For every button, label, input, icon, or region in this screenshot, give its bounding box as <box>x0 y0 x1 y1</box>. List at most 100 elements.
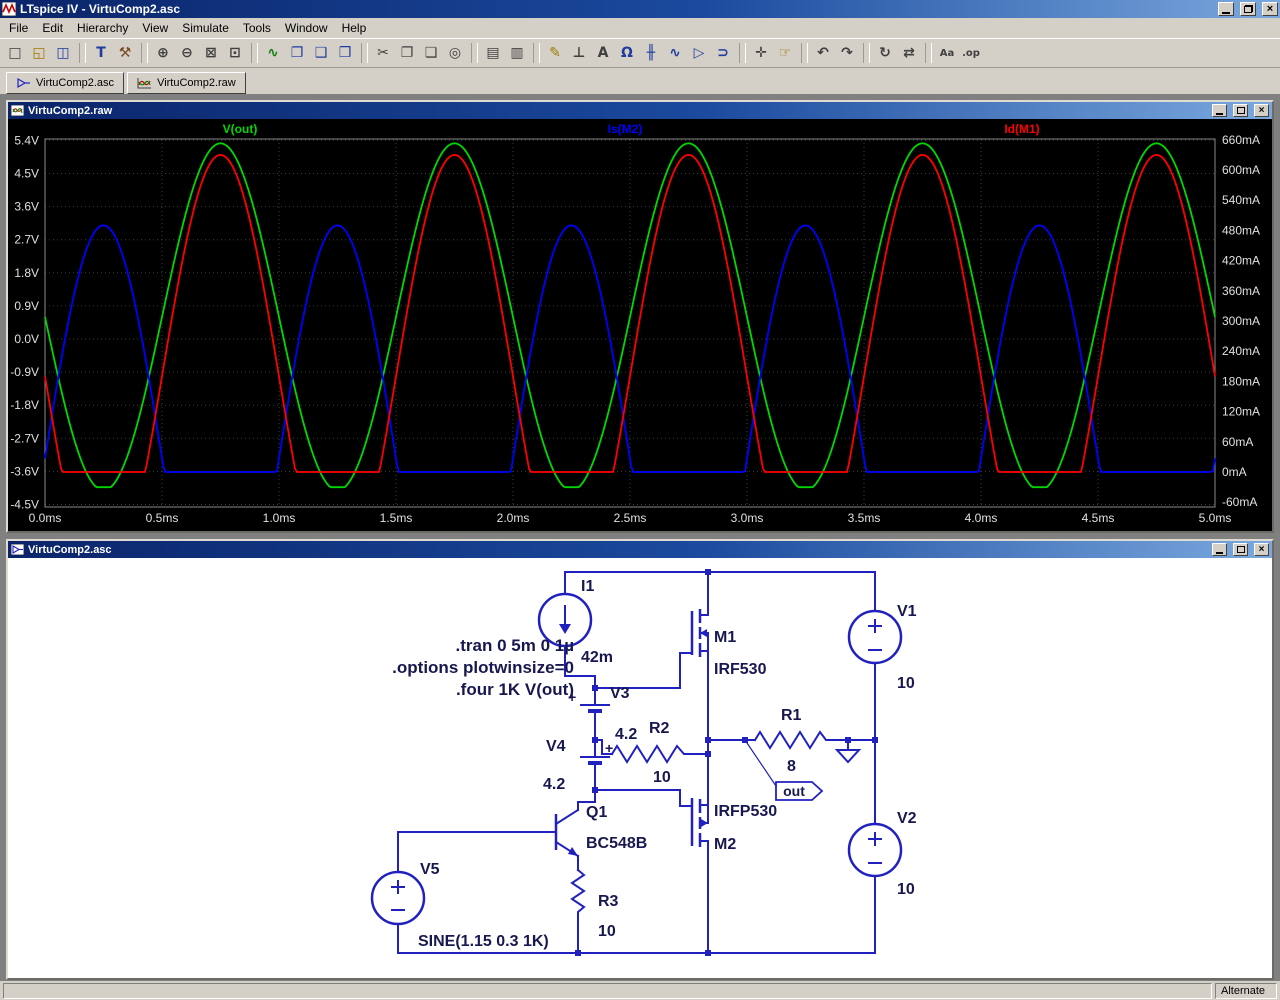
waveform-window-titlebar[interactable]: VirtuComp2.raw × <box>8 102 1272 119</box>
move-icon[interactable]: ✛ <box>749 42 773 64</box>
menu-help[interactable]: Help <box>335 19 374 37</box>
menu-hierarchy[interactable]: Hierarchy <box>70 19 135 37</box>
menu-window[interactable]: Window <box>278 19 335 37</box>
voltage-source-V2[interactable] <box>849 824 901 876</box>
redo-icon[interactable]: ↷ <box>835 42 859 64</box>
schematic-wires[interactable] <box>398 572 875 953</box>
zoom-full-icon[interactable]: ⊠ <box>199 42 223 64</box>
autorange-y-icon[interactable]: ∿ <box>261 42 285 64</box>
draw-wire-icon[interactable]: ✎ <box>543 42 567 64</box>
label-Q1[interactable]: Q1 <box>586 804 607 821</box>
place-inductor-icon[interactable]: ∿ <box>663 42 687 64</box>
waveform-minimize-button[interactable] <box>1212 104 1227 117</box>
copy-icon[interactable]: ❐ <box>395 42 419 64</box>
label-V5[interactable]: V5 <box>420 861 440 878</box>
restore-button[interactable] <box>1240 2 1256 16</box>
label-I1[interactable]: I1 <box>581 578 594 595</box>
place-capacitor-icon[interactable]: ╫ <box>639 42 663 64</box>
label-V4[interactable]: V4 <box>546 738 566 755</box>
cascade-windows-icon[interactable]: ❑ <box>309 42 333 64</box>
schematic-restore-button[interactable] <box>1233 543 1248 556</box>
rotate-icon[interactable]: ↻ <box>873 42 897 64</box>
value-I1[interactable]: 42m <box>581 649 613 666</box>
zoom-out-icon[interactable]: ⊖ <box>175 42 199 64</box>
save-icon[interactable]: ◫ <box>51 42 75 64</box>
value-M1[interactable]: IRF530 <box>714 661 767 678</box>
menu-tools[interactable]: Tools <box>236 19 278 37</box>
schematic-window-titlebar[interactable]: VirtuComp2.asc × <box>8 541 1272 558</box>
close-button[interactable]: × <box>1262 2 1278 16</box>
zoom-fit-icon[interactable]: ⊡ <box>223 42 247 64</box>
schematic-canvas-area[interactable]: I1 42m + V3 4.2 + V4 <box>8 558 1272 978</box>
label-R3[interactable]: R3 <box>598 893 619 910</box>
label-R2[interactable]: R2 <box>649 720 670 737</box>
label-V3[interactable]: V3 <box>610 685 630 702</box>
value-V1[interactable]: 10 <box>897 675 915 692</box>
value-M2[interactable]: IRFP530 <box>714 803 777 820</box>
spice-directive-tran[interactable]: .tran 0 5m 0 1µ <box>456 636 574 655</box>
value-V2[interactable]: 10 <box>897 881 915 898</box>
voltage-source-V5[interactable] <box>372 872 424 924</box>
undo-icon[interactable]: ↶ <box>811 42 835 64</box>
mosfet-M1[interactable] <box>692 609 708 657</box>
tile-windows-icon[interactable]: ❒ <box>333 42 357 64</box>
value-V4[interactable]: 4.2 <box>543 776 565 793</box>
battery-V3[interactable] <box>581 705 609 711</box>
voltage-source-V1[interactable] <box>849 611 901 663</box>
minimize-button[interactable] <box>1218 2 1234 16</box>
open-file-icon[interactable]: ◱ <box>27 42 51 64</box>
trace-label-vout[interactable]: V(out) <box>223 122 258 136</box>
menu-simulate[interactable]: Simulate <box>175 19 236 37</box>
menu-file[interactable]: File <box>2 19 35 37</box>
tab-virtucomp2-raw[interactable]: VirtuComp2.raw <box>127 72 246 94</box>
resistor-R1[interactable] <box>755 732 830 748</box>
battery-V4[interactable] <box>581 757 609 763</box>
schematic-canvas[interactable]: I1 42m + V3 4.2 + V4 <box>8 558 1272 978</box>
place-component-icon[interactable]: ⊃ <box>711 42 735 64</box>
resistor-R2[interactable] <box>612 746 692 762</box>
schematic-close-button[interactable]: × <box>1254 543 1269 556</box>
spice-directive-options[interactable]: .options plotwinsize=0 <box>392 658 574 677</box>
schematic-minimize-button[interactable] <box>1212 543 1227 556</box>
value-V5[interactable]: SINE(1.15 0.3 1K) <box>418 933 549 950</box>
trace-label-idm1[interactable]: Id(M1) <box>1004 122 1039 136</box>
place-net-label-icon[interactable]: A <box>591 42 615 64</box>
place-diode-icon[interactable]: ▷ <box>687 42 711 64</box>
menu-view[interactable]: View <box>135 19 175 37</box>
label-R1[interactable]: R1 <box>781 707 802 724</box>
spice-directive-icon[interactable]: .op <box>959 42 983 64</box>
control-panel-icon[interactable]: ⚒ <box>113 42 137 64</box>
place-ground-icon[interactable]: ⊥ <box>567 42 591 64</box>
net-label-out[interactable]: out <box>783 783 805 799</box>
cut-icon[interactable]: ✂ <box>371 42 395 64</box>
place-resistor-icon[interactable]: Ω <box>615 42 639 64</box>
new-schematic-icon[interactable]: □ <box>3 42 27 64</box>
hierarchy-top-icon[interactable]: T <box>89 42 113 64</box>
zoom-in-icon[interactable]: ⊕ <box>151 42 175 64</box>
value-R3[interactable]: 10 <box>598 923 616 940</box>
value-R1[interactable]: 8 <box>787 758 796 775</box>
transistor-Q1[interactable] <box>556 810 578 856</box>
menu-edit[interactable]: Edit <box>35 19 70 37</box>
copy-bitmap-icon[interactable]: ❐ <box>285 42 309 64</box>
resistor-R3[interactable] <box>572 870 584 920</box>
label-M2[interactable]: M2 <box>714 836 736 853</box>
tab-virtucomp2-asc[interactable]: VirtuComp2.asc <box>6 72 124 94</box>
mosfet-M2[interactable] <box>692 798 708 847</box>
paste-icon[interactable]: ❏ <box>419 42 443 64</box>
trace-label-ism2[interactable]: Is(M2) <box>608 122 643 136</box>
value-Q1[interactable]: BC548B <box>586 835 647 852</box>
spice-directive-four[interactable]: .four 1K V(out) <box>456 680 574 699</box>
print-icon[interactable]: ▤ <box>481 42 505 64</box>
drag-icon[interactable]: ☞ <box>773 42 797 64</box>
value-V3[interactable]: 4.2 <box>615 726 637 743</box>
label-V2[interactable]: V2 <box>897 810 917 827</box>
waveform-close-button[interactable]: × <box>1254 104 1269 117</box>
waveform-plot-area[interactable]: 0.0ms0.5ms1.0ms1.5ms2.0ms2.5ms3.0ms3.5ms… <box>8 119 1272 531</box>
label-M1[interactable]: M1 <box>714 629 736 646</box>
mirror-icon[interactable]: ⇄ <box>897 42 921 64</box>
label-V1[interactable]: V1 <box>897 603 917 620</box>
find-icon[interactable]: ◎ <box>443 42 467 64</box>
waveform-restore-button[interactable] <box>1233 104 1248 117</box>
ground-symbol[interactable] <box>837 750 859 762</box>
